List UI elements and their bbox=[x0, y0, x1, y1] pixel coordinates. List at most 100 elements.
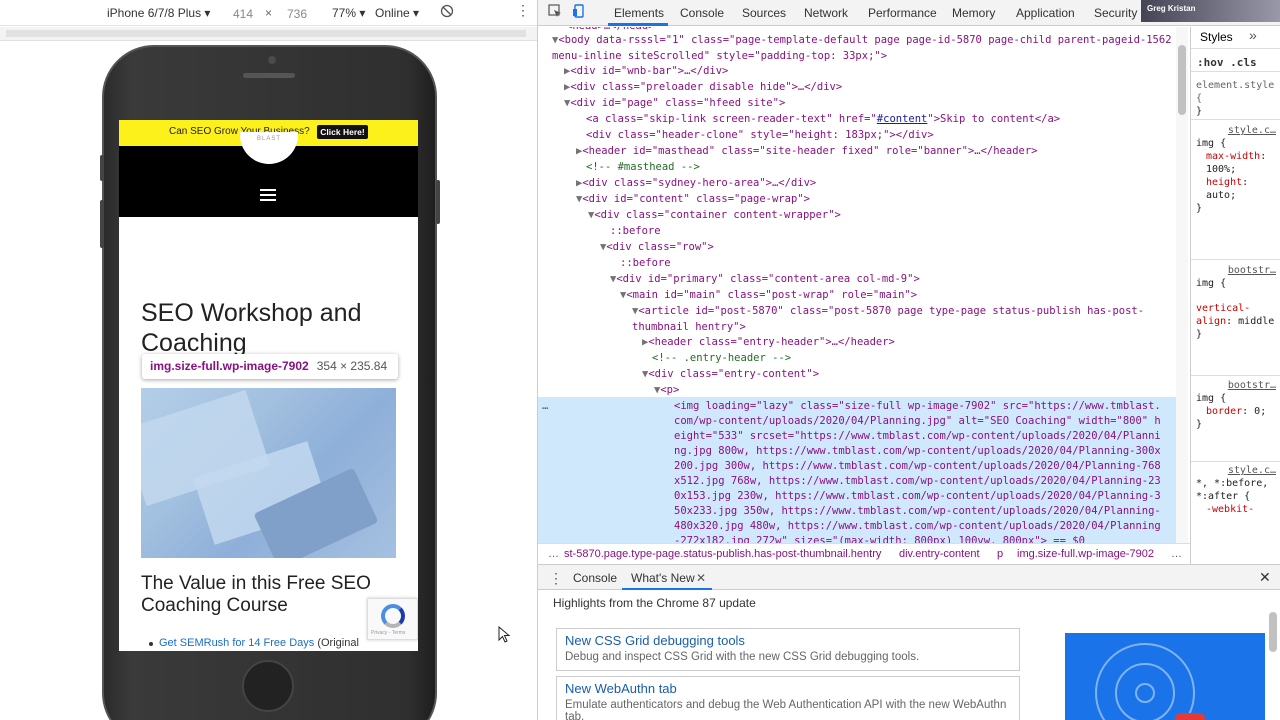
dom-node-text: <p> bbox=[660, 384, 680, 396]
style-source-link[interactable]: bootstr… bbox=[1196, 379, 1276, 392]
caret-down-icon: ▾ bbox=[204, 6, 211, 20]
dom-node[interactable]: <div class="header-clone" style="height:… bbox=[538, 128, 1178, 144]
tab-performance[interactable]: Performance bbox=[868, 6, 937, 20]
pseudo-class-toggles[interactable]: :hov .cls bbox=[1197, 56, 1257, 69]
dom-pseudo[interactable]: ::before bbox=[538, 224, 1178, 240]
style-property[interactable]: height bbox=[1206, 177, 1242, 188]
drawer-tab-console[interactable]: Console bbox=[573, 571, 617, 585]
breadcrumb-item[interactable]: st-5870.page.type-page.status-publish.ha… bbox=[564, 545, 881, 564]
style-source-link[interactable]: style.c… bbox=[1196, 124, 1276, 137]
breadcrumb-item[interactable]: p bbox=[997, 545, 1003, 564]
dom-node[interactable]: ▼<article id="post-5870" class="post-587… bbox=[538, 304, 1174, 335]
close-tab-icon[interactable]: ✕ bbox=[696, 571, 706, 585]
width-input[interactable]: 414 bbox=[232, 6, 254, 22]
dom-node-body[interactable]: ▼<body data-rsssl="1" class="page-templa… bbox=[538, 33, 1174, 64]
promo-click-button[interactable]: Click Here! bbox=[317, 125, 368, 139]
style-value[interactable]: auto; bbox=[1206, 190, 1236, 201]
dom-node[interactable]: ▶<header id="masthead" class="site-heade… bbox=[538, 144, 1178, 160]
dom-node[interactable]: ▼<div id="content" class="page-wrap"> bbox=[538, 192, 1178, 208]
tab-security[interactable]: Security bbox=[1094, 6, 1137, 20]
feature-card[interactable]: New WebAuthn tab Emulate authenticators … bbox=[556, 676, 1020, 720]
style-source-link[interactable]: style.c… bbox=[1196, 464, 1276, 477]
style-rule[interactable]: style.c… img { max-width: 100%; height: … bbox=[1196, 124, 1276, 215]
network-throttle-select[interactable]: Online ▾ bbox=[375, 6, 419, 20]
tab-application[interactable]: Application bbox=[1016, 6, 1075, 20]
drawer-menu-icon[interactable]: ⋮ bbox=[549, 570, 563, 587]
recaptcha-text: Privacy - Terms bbox=[371, 630, 406, 636]
dom-node[interactable]: ▼<div class="row"> bbox=[538, 240, 1178, 256]
breadcrumb-item[interactable]: div.entry-content bbox=[899, 545, 980, 564]
dom-node[interactable]: ▶<header class="entry-header">…</header> bbox=[538, 335, 1178, 351]
style-property[interactable]: -webkit- bbox=[1206, 504, 1254, 515]
style-rule[interactable]: bootstr… img { vertical-align: middle } bbox=[1196, 264, 1276, 341]
rotate-icon[interactable] bbox=[440, 4, 454, 21]
style-rule[interactable]: element.style { } bbox=[1196, 79, 1276, 118]
phone-side-button bbox=[100, 155, 104, 181]
device-toggle-icon[interactable] bbox=[572, 4, 586, 21]
emulated-page-viewport[interactable]: Can SEO Grow Your Business? Click Here! … bbox=[119, 120, 418, 651]
hero-image bbox=[141, 388, 396, 558]
style-rule[interactable]: style.c… *, *:before, *:after { -webkit- bbox=[1196, 464, 1276, 516]
dom-node[interactable]: ▶<div class="sydney-hero-area">…</div> bbox=[538, 176, 1178, 192]
elements-dom-tree[interactable]: <head>…</head> ▼<body data-rsssl="1" cla… bbox=[538, 27, 1190, 543]
style-source-link[interactable]: bootstr… bbox=[1196, 264, 1276, 277]
style-property[interactable]: border bbox=[1206, 406, 1242, 417]
styles-filter-bar[interactable]: :hov .cls bbox=[1191, 50, 1280, 72]
dom-comment-text: <!-- #masthead --> bbox=[586, 161, 700, 173]
tab-styles[interactable]: Styles bbox=[1200, 31, 1233, 44]
more-tabs-icon[interactable]: » bbox=[1249, 28, 1257, 42]
recaptcha-badge[interactable]: Privacy - Terms bbox=[367, 598, 418, 640]
style-rule[interactable]: bootstr… img { border: 0; } bbox=[1196, 379, 1276, 431]
style-value[interactable]: 100%; bbox=[1206, 164, 1236, 175]
semrush-link[interactable]: Get SEMRush for 14 Free Days bbox=[159, 637, 314, 649]
dom-node[interactable]: <a class="skip-link screen-reader-text" … bbox=[538, 112, 1178, 128]
tab-sources[interactable]: Sources bbox=[742, 6, 786, 20]
dom-node[interactable]: ▼<main id="main" class="post-wrap" role=… bbox=[538, 288, 1178, 304]
menu-hamburger-icon[interactable] bbox=[260, 189, 276, 202]
styles-pane: Styles » :hov .cls element.style { } sty… bbox=[1190, 27, 1280, 564]
feature-card[interactable]: New CSS Grid debugging tools Debug and i… bbox=[556, 628, 1020, 671]
tab-network[interactable]: Network bbox=[804, 6, 848, 20]
height-input[interactable]: 736 bbox=[286, 6, 308, 22]
dom-node[interactable]: ▼<div id="page" class="hfeed site"> bbox=[538, 96, 1178, 112]
dom-node[interactable]: ▼<div class="entry-content"> bbox=[538, 367, 1178, 383]
breadcrumb-item-active[interactable]: img.size-full.wp-image-7902 bbox=[1017, 545, 1154, 564]
site-header: BLAST bbox=[119, 132, 418, 217]
breadcrumb-scroll-left[interactable]: … bbox=[548, 545, 559, 564]
zoom-select[interactable]: 77% ▾ bbox=[332, 6, 365, 20]
style-value[interactable]: 0; bbox=[1254, 406, 1266, 417]
tab-console[interactable]: Console bbox=[680, 6, 724, 20]
media-query-ruler[interactable] bbox=[0, 27, 537, 41]
inspect-element-icon[interactable] bbox=[548, 4, 562, 21]
site-logo[interactable]: BLAST bbox=[240, 132, 298, 164]
feature-title[interactable]: New WebAuthn tab bbox=[565, 681, 1011, 696]
dom-node-text: <main id="main" class="post-wrap" role="… bbox=[626, 289, 918, 301]
dom-node[interactable]: ▶<div class="preloader disable hide">…</… bbox=[538, 80, 1178, 96]
feature-title[interactable]: New CSS Grid debugging tools bbox=[565, 633, 1011, 648]
selected-img-node[interactable]: <img loading="lazy" class="size-full wp-… bbox=[674, 399, 1166, 543]
dom-node[interactable]: ▼<div id="primary" class="content-area c… bbox=[538, 272, 1178, 288]
href-link[interactable]: #content bbox=[877, 113, 928, 125]
elements-scrollbar[interactable] bbox=[1176, 27, 1188, 543]
style-value[interactable]: middle bbox=[1238, 316, 1274, 327]
dom-node-text: <article id="post-5870" class="post-5870… bbox=[632, 305, 1145, 333]
dom-node[interactable]: ▼<div class="container content-wrapper"> bbox=[538, 208, 1178, 224]
device-select[interactable]: iPhone 6/7/8 Plus ▾ bbox=[107, 6, 210, 20]
phone-side-button bbox=[100, 200, 104, 248]
close-drawer-icon[interactable]: ✕ bbox=[1259, 569, 1271, 586]
dom-comment[interactable]: <!-- .entry-header --> bbox=[538, 351, 1178, 367]
breadcrumb-scroll-right[interactable]: … bbox=[1171, 545, 1182, 564]
style-close: } bbox=[1196, 203, 1203, 214]
dom-pseudo[interactable]: ::before bbox=[538, 256, 1178, 272]
dom-node[interactable]: ▼<p> bbox=[538, 383, 1178, 399]
drawer-tab-whats-new[interactable]: What's New bbox=[631, 571, 695, 585]
drawer-scrollbar[interactable] bbox=[1269, 612, 1277, 652]
dom-node[interactable]: ▶<div id="wnb-bar">…</div> bbox=[538, 64, 1178, 80]
tab-elements[interactable]: Elements bbox=[614, 6, 664, 20]
dimension-separator: × bbox=[265, 6, 273, 20]
caret-down-icon: ▾ bbox=[359, 6, 366, 20]
dom-comment[interactable]: <!-- #masthead --> bbox=[538, 160, 1178, 176]
style-property[interactable]: max-width bbox=[1206, 151, 1260, 162]
tab-memory[interactable]: Memory bbox=[952, 6, 995, 20]
more-options-icon[interactable]: ⋮ bbox=[516, 3, 530, 17]
